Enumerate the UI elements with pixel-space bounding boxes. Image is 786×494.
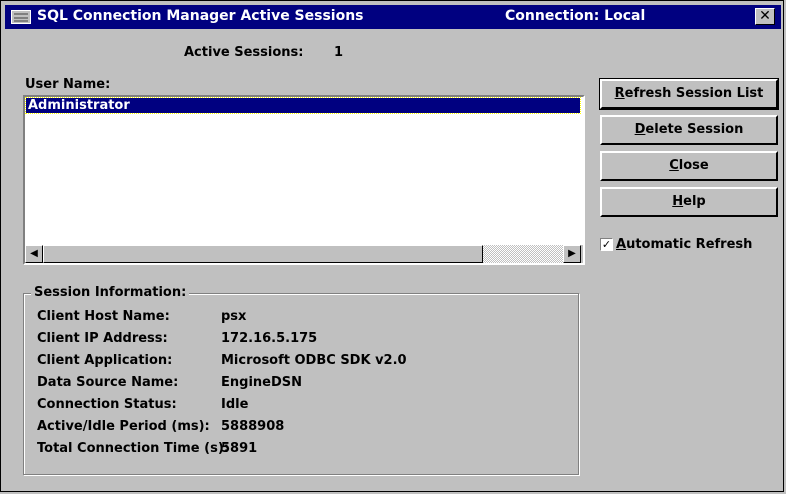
close-icon[interactable]: ✕ <box>755 8 775 25</box>
horizontal-scrollbar[interactable]: ◀ ▶ <box>25 245 583 263</box>
info-value: 172.16.5.175 <box>221 331 318 346</box>
window-title: SQL Connection Manager Active Sessions <box>37 8 364 24</box>
refresh-session-list-button[interactable]: Refresh Session List <box>599 78 779 110</box>
automatic-refresh-checkbox[interactable]: ✓ Automatic Refresh <box>600 237 752 252</box>
info-label: Total Connection Time (s): <box>37 441 229 456</box>
info-label: Client Host Name: <box>37 309 170 324</box>
scrollbar-thumb[interactable] <box>43 245 483 263</box>
info-value: psx <box>221 309 247 324</box>
arrow-left-icon[interactable]: ◀ <box>25 245 43 263</box>
close-mnemonic: C <box>669 158 679 173</box>
help-mnemonic: H <box>672 194 684 209</box>
active-sessions-label: Active Sessions: <box>184 45 304 60</box>
delete-session-button[interactable]: Delete Session <box>600 115 778 145</box>
session-manager-window: SQL Connection Manager Active Sessions C… <box>0 0 784 492</box>
user-list[interactable]: Administrator ◀ ▶ <box>23 95 585 265</box>
info-label: Connection Status: <box>37 397 177 412</box>
info-value: EngineDSN <box>221 375 303 390</box>
info-label: Active/Idle Period (ms): <box>37 419 210 434</box>
arrow-right-icon[interactable]: ▶ <box>563 245 581 263</box>
title-bar: SQL Connection Manager Active Sessions C… <box>5 5 781 29</box>
delete-mnemonic: D <box>634 122 646 137</box>
info-label: Client IP Address: <box>37 331 168 346</box>
help-button[interactable]: Help <box>600 187 778 217</box>
user-name-label: User Name: <box>25 77 111 92</box>
refresh-mnemonic: R <box>614 86 625 101</box>
info-value: Idle <box>221 397 249 412</box>
info-value: 5888908 <box>221 419 285 434</box>
automatic-refresh-mnemonic: A <box>616 237 627 252</box>
active-sessions-count: 1 <box>334 45 344 60</box>
info-value: 5891 <box>221 441 258 456</box>
info-label: Client Application: <box>37 353 173 368</box>
checkmark-icon[interactable]: ✓ <box>600 238 613 251</box>
window-app-icon[interactable] <box>11 10 31 24</box>
close-label: lose <box>678 158 709 173</box>
delete-label: elete Session <box>645 122 744 137</box>
info-value: Microsoft ODBC SDK v2.0 <box>221 353 407 368</box>
refresh-label: efresh Session List <box>624 86 764 101</box>
connection-label: Connection: Local <box>505 8 646 24</box>
automatic-refresh-label: Automatic Refresh <box>616 237 752 252</box>
session-information-title: Session Information: <box>31 285 190 300</box>
info-label: Data Source Name: <box>37 375 179 390</box>
list-item[interactable]: Administrator <box>25 97 581 114</box>
help-label: elp <box>683 194 706 209</box>
scrollbar-track[interactable] <box>483 245 563 263</box>
automatic-refresh-text: utomatic Refresh <box>626 237 753 252</box>
close-button[interactable]: Close <box>600 151 778 181</box>
